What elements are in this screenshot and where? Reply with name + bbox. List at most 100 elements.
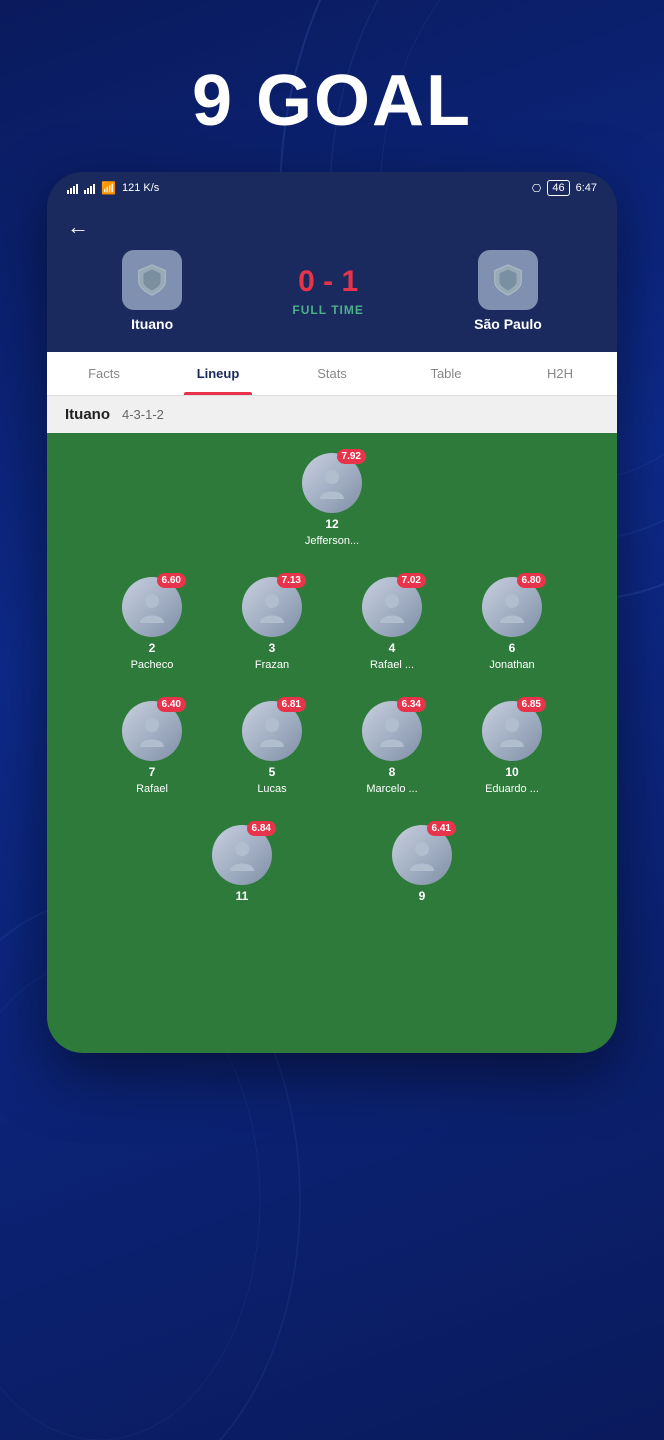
page-big-title: 9 GOAL xyxy=(192,60,472,142)
tab-lineup[interactable]: Lineup xyxy=(161,352,275,395)
player-figure-icon xyxy=(404,837,440,873)
player-figure-icon xyxy=(494,713,530,749)
score-status: FULL TIME xyxy=(292,303,363,317)
player-avatar-wrap-4: 7.02 xyxy=(362,577,422,637)
player-rating-10: 6.85 xyxy=(517,697,546,712)
lineup-header: Ituano 4-3-1-2 xyxy=(47,396,617,433)
player-number-9: 9 xyxy=(419,889,426,903)
player-card-7[interactable]: 6.40 7 Rafael xyxy=(102,701,202,795)
player-number-3: 3 xyxy=(269,641,276,655)
player-card-12[interactable]: 7.92 12 Jefferson... xyxy=(282,453,382,547)
score-center: 0 - 1 FULL TIME xyxy=(292,265,363,317)
player-avatar-wrap-5: 6.81 xyxy=(242,701,302,761)
player-card-11[interactable]: 6.84 11 xyxy=(192,825,292,907)
status-bar-left: 📶 121 K/s xyxy=(67,181,159,195)
network-speed: 121 K/s xyxy=(122,182,159,194)
player-number-2: 2 xyxy=(149,641,156,655)
away-team-shield xyxy=(478,250,538,310)
player-rating-6: 6.80 xyxy=(517,573,546,588)
player-name-2: Pacheco xyxy=(131,659,174,671)
status-bar: 📶 121 K/s ⎔ 46 6:47 xyxy=(47,172,617,204)
player-row-mid: 6.40 7 Rafael 6.81 5 Lucas xyxy=(57,701,607,795)
player-number-8: 8 xyxy=(389,765,396,779)
player-number-5: 5 xyxy=(269,765,276,779)
tab-table[interactable]: Table xyxy=(389,352,503,395)
player-number-10: 10 xyxy=(505,765,518,779)
match-header: ← Ituano 0 - 1 FULL TIME xyxy=(47,204,617,352)
player-card-5[interactable]: 6.81 5 Lucas xyxy=(222,701,322,795)
player-rating-11: 6.84 xyxy=(247,821,276,836)
player-number-6: 6 xyxy=(509,641,516,655)
player-card-6[interactable]: 6.80 6 Jonathan xyxy=(462,577,562,671)
player-avatar-wrap-12: 7.92 xyxy=(302,453,362,513)
player-row-att: 6.84 11 6.41 9 xyxy=(57,825,607,907)
clock: 6:47 xyxy=(576,182,597,194)
battery-level: 46 xyxy=(547,180,569,196)
player-number-11: 11 xyxy=(236,889,249,903)
player-card-4[interactable]: 7.02 4 Rafael ... xyxy=(342,577,442,671)
player-figure-icon xyxy=(134,589,170,625)
home-team-name: Ituano xyxy=(131,316,173,332)
player-card-8[interactable]: 6.34 8 Marcelo ... xyxy=(342,701,442,795)
player-name-3: Frazan xyxy=(255,659,289,671)
player-row-def: 6.60 2 Pacheco 7.13 3 Frazan xyxy=(57,577,607,671)
player-name-8: Marcelo ... xyxy=(366,783,417,795)
player-figure-icon xyxy=(314,465,350,501)
home-shield-icon xyxy=(133,261,171,299)
player-avatar-wrap-7: 6.40 xyxy=(122,701,182,761)
player-card-3[interactable]: 7.13 3 Frazan xyxy=(222,577,322,671)
player-rating-4: 7.02 xyxy=(397,573,426,588)
player-name-5: Lucas xyxy=(257,783,286,795)
away-shield-icon xyxy=(489,261,527,299)
status-bar-right: ⎔ 46 6:47 xyxy=(532,180,597,196)
player-avatar-wrap-11: 6.84 xyxy=(212,825,272,885)
pitch: 7.92 12 Jefferson... 6.60 2 xyxy=(47,433,617,1053)
player-figure-icon xyxy=(254,713,290,749)
score: 0 - 1 xyxy=(298,265,358,299)
tab-stats[interactable]: Stats xyxy=(275,352,389,395)
home-team: Ituano xyxy=(122,250,182,332)
player-number-7: 7 xyxy=(149,765,156,779)
player-rating-12: 7.92 xyxy=(337,449,366,464)
player-rating-9: 6.41 xyxy=(427,821,456,836)
player-number-4: 4 xyxy=(389,641,396,655)
phone-container: 📶 121 K/s ⎔ 46 6:47 ← Ituano xyxy=(47,172,617,1053)
lineup-formation: 4-3-1-2 xyxy=(122,407,164,422)
player-card-2[interactable]: 6.60 2 Pacheco xyxy=(102,577,202,671)
player-avatar-wrap-9: 6.41 xyxy=(392,825,452,885)
lineup-team-name: Ituano xyxy=(65,406,110,423)
away-team: São Paulo xyxy=(474,250,542,332)
player-rating-2: 6.60 xyxy=(157,573,186,588)
player-card-10[interactable]: 6.85 10 Eduardo ... xyxy=(462,701,562,795)
player-figure-icon xyxy=(374,713,410,749)
player-number-12: 12 xyxy=(325,517,338,531)
home-team-shield xyxy=(122,250,182,310)
player-avatar-wrap-10: 6.85 xyxy=(482,701,542,761)
teams-row: Ituano 0 - 1 FULL TIME São Paulo xyxy=(67,250,597,332)
tab-bar: Facts Lineup Stats Table H2H xyxy=(47,352,617,396)
player-figure-icon xyxy=(374,589,410,625)
player-row-gk: 7.92 12 Jefferson... xyxy=(57,453,607,547)
player-rating-7: 6.40 xyxy=(157,697,186,712)
player-figure-icon xyxy=(134,713,170,749)
player-rating-3: 7.13 xyxy=(277,573,306,588)
player-name-6: Jonathan xyxy=(489,659,534,671)
player-rating-5: 6.81 xyxy=(277,697,306,712)
tab-h2h[interactable]: H2H xyxy=(503,352,617,395)
vibrate-icon: ⎔ xyxy=(532,182,542,195)
signal-icon-1 xyxy=(67,182,78,194)
player-avatar-wrap-3: 7.13 xyxy=(242,577,302,637)
player-avatar-wrap-8: 6.34 xyxy=(362,701,422,761)
tab-facts[interactable]: Facts xyxy=(47,352,161,395)
back-button[interactable]: ← xyxy=(67,214,89,240)
player-figure-icon xyxy=(254,589,290,625)
player-figure-icon xyxy=(494,589,530,625)
player-card-9[interactable]: 6.41 9 xyxy=(372,825,472,907)
player-name-7: Rafael xyxy=(136,783,168,795)
player-avatar-wrap-6: 6.80 xyxy=(482,577,542,637)
wifi-icon: 📶 xyxy=(101,181,116,195)
player-rating-8: 6.34 xyxy=(397,697,426,712)
away-team-name: São Paulo xyxy=(474,316,542,332)
player-name-4: Rafael ... xyxy=(370,659,414,671)
player-name-10: Eduardo ... xyxy=(485,783,539,795)
